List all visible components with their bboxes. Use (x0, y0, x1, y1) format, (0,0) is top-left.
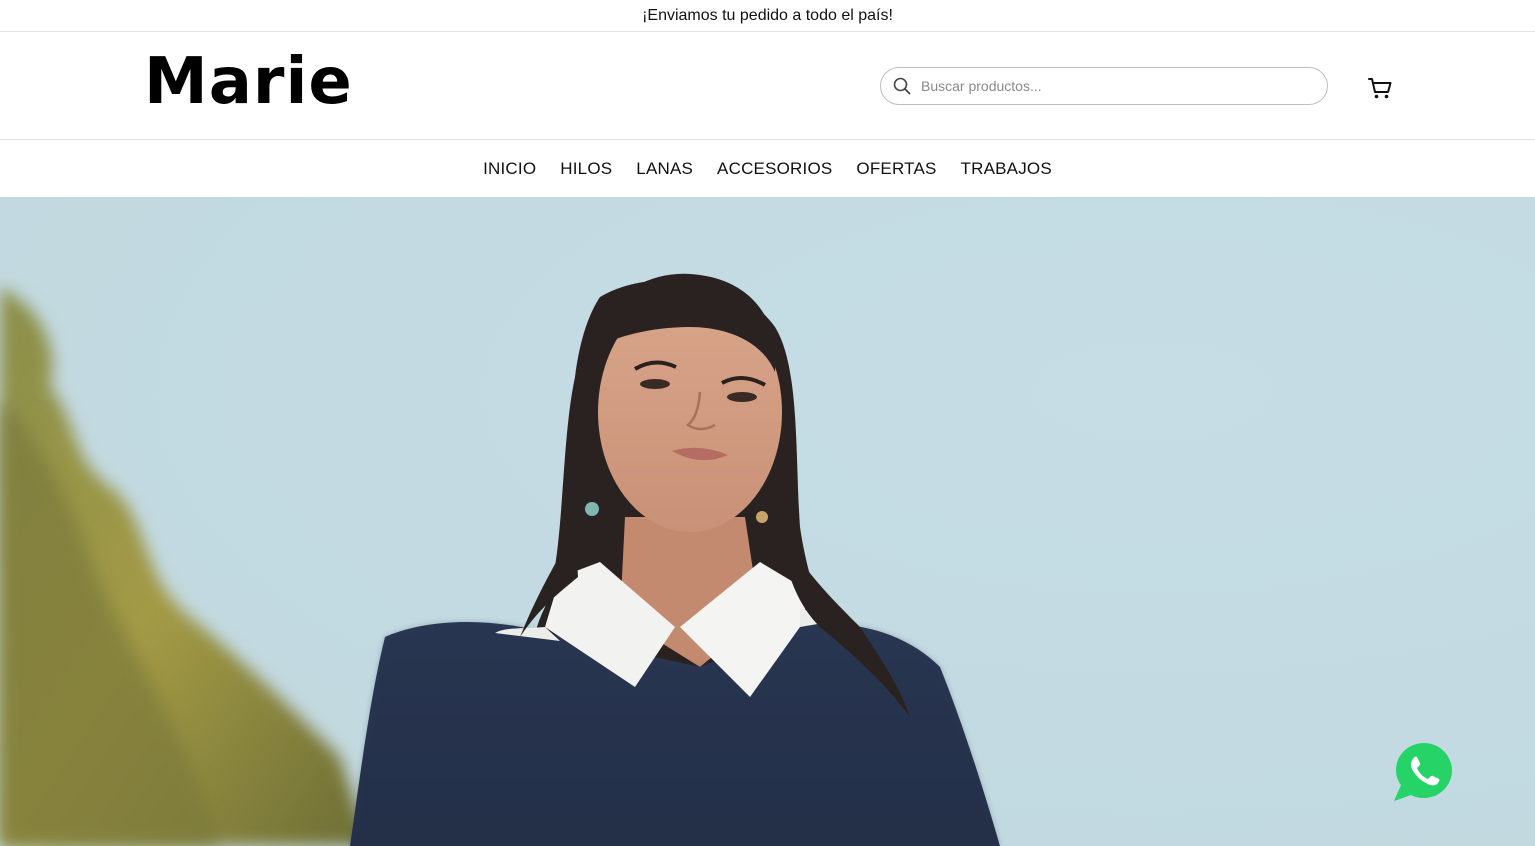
nav-item-hilos[interactable]: HILOS (548, 159, 624, 179)
whatsapp-icon[interactable] (1393, 740, 1455, 802)
announcement-bar: ¡Enviamos tu pedido a todo el país! (0, 0, 1535, 32)
main-nav: INICIO HILOS LANAS ACCESORIOS OFERTAS TR… (0, 140, 1535, 197)
search-input[interactable] (921, 78, 1301, 94)
nav-item-ofertas[interactable]: OFERTAS (844, 159, 948, 179)
site-header: Marie (0, 32, 1535, 140)
announcement-text: ¡Enviamos tu pedido a todo el país! (642, 6, 893, 24)
hero-banner-image[interactable] (0, 197, 1535, 846)
nav-item-trabajos[interactable]: TRABAJOS (949, 159, 1064, 179)
search-bar[interactable] (880, 67, 1328, 105)
logo[interactable]: Marie (144, 46, 353, 118)
nav-item-lanas[interactable]: LANAS (624, 159, 705, 179)
nav-item-inicio[interactable]: INICIO (471, 159, 548, 179)
cart-icon[interactable] (1366, 74, 1394, 102)
search-icon[interactable] (892, 76, 912, 96)
nav-item-accesorios[interactable]: ACCESORIOS (705, 159, 844, 179)
